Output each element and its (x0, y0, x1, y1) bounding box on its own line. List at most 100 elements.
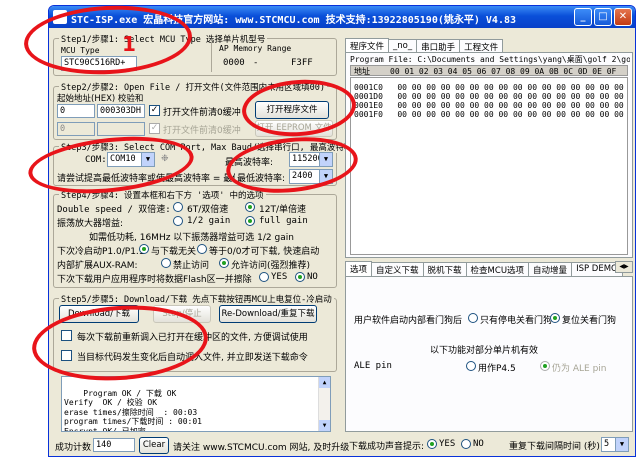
close-button[interactable]: ✕ (614, 8, 632, 26)
repeat-interval-select[interactable]: 5 ▼ (601, 437, 629, 452)
ap-separator: - (253, 58, 259, 68)
radio-wdt-reset[interactable] (550, 313, 560, 323)
tab-scroll-arrows-icon[interactable]: ◀▶ (615, 261, 633, 273)
radio-p10-fast-start-label: 等于0/0才可下载, 快速启动 (209, 247, 320, 257)
step1-divider (211, 42, 212, 72)
radio-flash-yes[interactable] (259, 272, 269, 282)
radio-12t[interactable] (245, 202, 255, 212)
clear-buffer-checkbox[interactable]: ✓ (149, 105, 160, 116)
radio-wdt-poweroff[interactable] (468, 313, 478, 323)
open-program-file-button[interactable]: 打开程序文件 (255, 101, 329, 119)
download-button[interactable]: Download/下载 (59, 305, 139, 323)
chevron-down-icon: ▼ (319, 170, 332, 183)
website-note: 请关注 www.STCMCU.com 网站, 及时升级 (173, 443, 350, 453)
status-log[interactable]: Program OK / 下载 OK Verify OK / 校验 OK era… (61, 376, 331, 432)
min-baud-select[interactable]: 2400 ▼ (289, 169, 333, 184)
radio-ale-pin-label: 仍为 ALE pin (552, 364, 607, 374)
mcu-type-value: STC90C516RD+ (64, 58, 126, 68)
status-log-text: Program OK / 下载 OK Verify OK / 校验 OK era… (64, 388, 202, 432)
min-baud-label: 最低波特率: (235, 171, 286, 184)
radio-beep-no-label: NO (473, 439, 484, 449)
radio-12t-label: 12T/单倍速 (259, 205, 306, 215)
radio-aux-disable[interactable] (161, 258, 171, 268)
radio-ale-p45[interactable] (466, 361, 476, 371)
ap-memory-label: AP Memory Range (219, 44, 292, 53)
app-icon (53, 10, 67, 24)
radio-6t-label: 6T/双倍速 (187, 205, 229, 215)
repeat-interval-value: 5 (604, 439, 610, 449)
radio-6t[interactable] (173, 202, 183, 212)
radio-wdt-poweroff-label: 只有停电关看门狗 (480, 316, 553, 326)
success-count-field: 140 (93, 438, 135, 452)
success-count-label: 成功计数 (55, 443, 92, 453)
reload-file-checkbox[interactable] (61, 330, 72, 341)
com-port-select[interactable]: COM10 ▼ (107, 152, 155, 167)
radio-aux-disable-label: 禁止访问 (173, 261, 210, 271)
chevron-down-icon: ▼ (615, 438, 628, 451)
eeprom-checksum-field (97, 122, 145, 136)
radio-p10-fast-start[interactable] (197, 244, 207, 254)
auto-reload-checkbox[interactable] (61, 350, 72, 361)
com-refresh-icon[interactable]: ❉ (161, 154, 169, 164)
eeprom-clear-label: 打开文件前清0缓冲 (163, 126, 241, 136)
max-baud-label: 最高波特率: (225, 158, 274, 168)
repeat-interval-label: 重复下载间隔时间 (秒) (509, 442, 600, 452)
partial-feature-note: 以下功能对部分单片机有效 (430, 346, 539, 356)
max-baud-select[interactable]: 115200 ▼ (289, 152, 333, 167)
chevron-down-icon: ▼ (319, 153, 332, 166)
clear-buffer-label: 打开文件前清0缓冲 (163, 108, 241, 118)
ale-pin-label: ALE pin (354, 361, 392, 371)
auto-reload-label: 当目标代码发生变化后自动调入文件, 并立即发送下载命令 (77, 353, 308, 363)
window-title: STC-ISP.exe 宏晶科技官方网站: www.STCMCU.com 技术支… (71, 15, 517, 26)
radio-ale-p45-label: 用作P4.5 (478, 364, 516, 374)
radio-half-gain-label: 1/2 gain (187, 216, 231, 226)
radio-beep-yes[interactable] (427, 439, 437, 449)
redownload-button[interactable]: Re-Download/重复下载 (219, 305, 317, 323)
ap-end: F3FF (291, 58, 313, 68)
eeprom-addr-input: 0 (57, 122, 95, 136)
open-eeprom-file-button[interactable]: 打开 EEPROM 文件 (255, 120, 333, 137)
radio-half-gain[interactable] (173, 216, 183, 226)
title-bar[interactable]: STC-ISP.exe 宏晶科技官方网站: www.STCMCU.com 技术支… (49, 6, 635, 28)
stc-isp-window: STC-ISP.exe 宏晶科技官方网站: www.STCMCU.com 技术支… (48, 5, 636, 457)
p10-label: 下次冷启动P1.0/P1.1 (57, 247, 145, 257)
beep-label: 下载成功声音提示: (349, 442, 425, 452)
eeprom-clear-checkbox: ✓ (149, 123, 160, 134)
radio-ale-pin[interactable] (540, 361, 550, 371)
radio-flash-no[interactable] (295, 272, 305, 282)
hex-column-header: 00 01 02 03 04 05 06 07 08 09 0A 0B 0C 0… (390, 67, 617, 76)
annotation-number: 1 (122, 32, 136, 56)
checksum-field: 000303DH (97, 104, 145, 118)
radio-aux-enable[interactable] (219, 258, 229, 268)
mcu-type-select[interactable]: STC90C516RD+ (61, 56, 137, 71)
tab-options[interactable]: 选项 (345, 261, 373, 277)
radio-beep-yes-label: YES (439, 439, 456, 449)
radio-full-gain-label: full gain (259, 216, 308, 226)
minimize-button[interactable]: _ (574, 8, 592, 26)
radio-full-gain[interactable] (245, 216, 255, 226)
com-port-value: COM10 (110, 154, 136, 164)
radio-p10-independent[interactable] (139, 244, 149, 254)
flash-erase-label: 下次下载用户应用程序时将数据Flash区一并擦除 (57, 275, 252, 285)
reload-file-label: 每次下载前重新调入已打开在缓冲区的文件, 方便调试使用 (77, 333, 308, 343)
radio-p10-independent-label: 与下载无关 (151, 247, 197, 257)
program-file-panel: Program File: C:\Documents and Settings\… (345, 52, 633, 258)
amp-gain-label: 振荡放大器增益: (57, 219, 124, 229)
scroll-down-icon[interactable]: ▼ (319, 420, 330, 431)
log-scrollbar[interactable]: ▲ ▼ (318, 377, 330, 431)
addr-header: 地址 (354, 67, 370, 76)
radio-beep-no[interactable] (461, 439, 471, 449)
radio-aux-enable-label: 允许访问(强烈推荐) (231, 261, 311, 271)
stop-button[interactable]: Stop/停止 (153, 305, 211, 323)
ap-start: 0000 (223, 58, 245, 68)
wdt-label: 用户软件启动内部看门狗后 (354, 316, 463, 326)
maximize-button[interactable]: □ (594, 8, 612, 26)
low-power-note: 如需低功耗, 16MHz 以下振荡器增益可选 1/2 gain (89, 233, 294, 243)
chevron-down-icon: ▼ (141, 153, 154, 166)
start-addr-input[interactable]: 0 (57, 104, 95, 118)
clear-button[interactable]: Clear (139, 437, 169, 454)
scroll-up-icon[interactable]: ▲ (319, 377, 330, 388)
min-baud-value: 2400 (292, 171, 313, 181)
double-speed-label: Double speed / 双倍速: (57, 205, 171, 215)
radio-wdt-reset-label: 复位关看门狗 (562, 316, 617, 326)
